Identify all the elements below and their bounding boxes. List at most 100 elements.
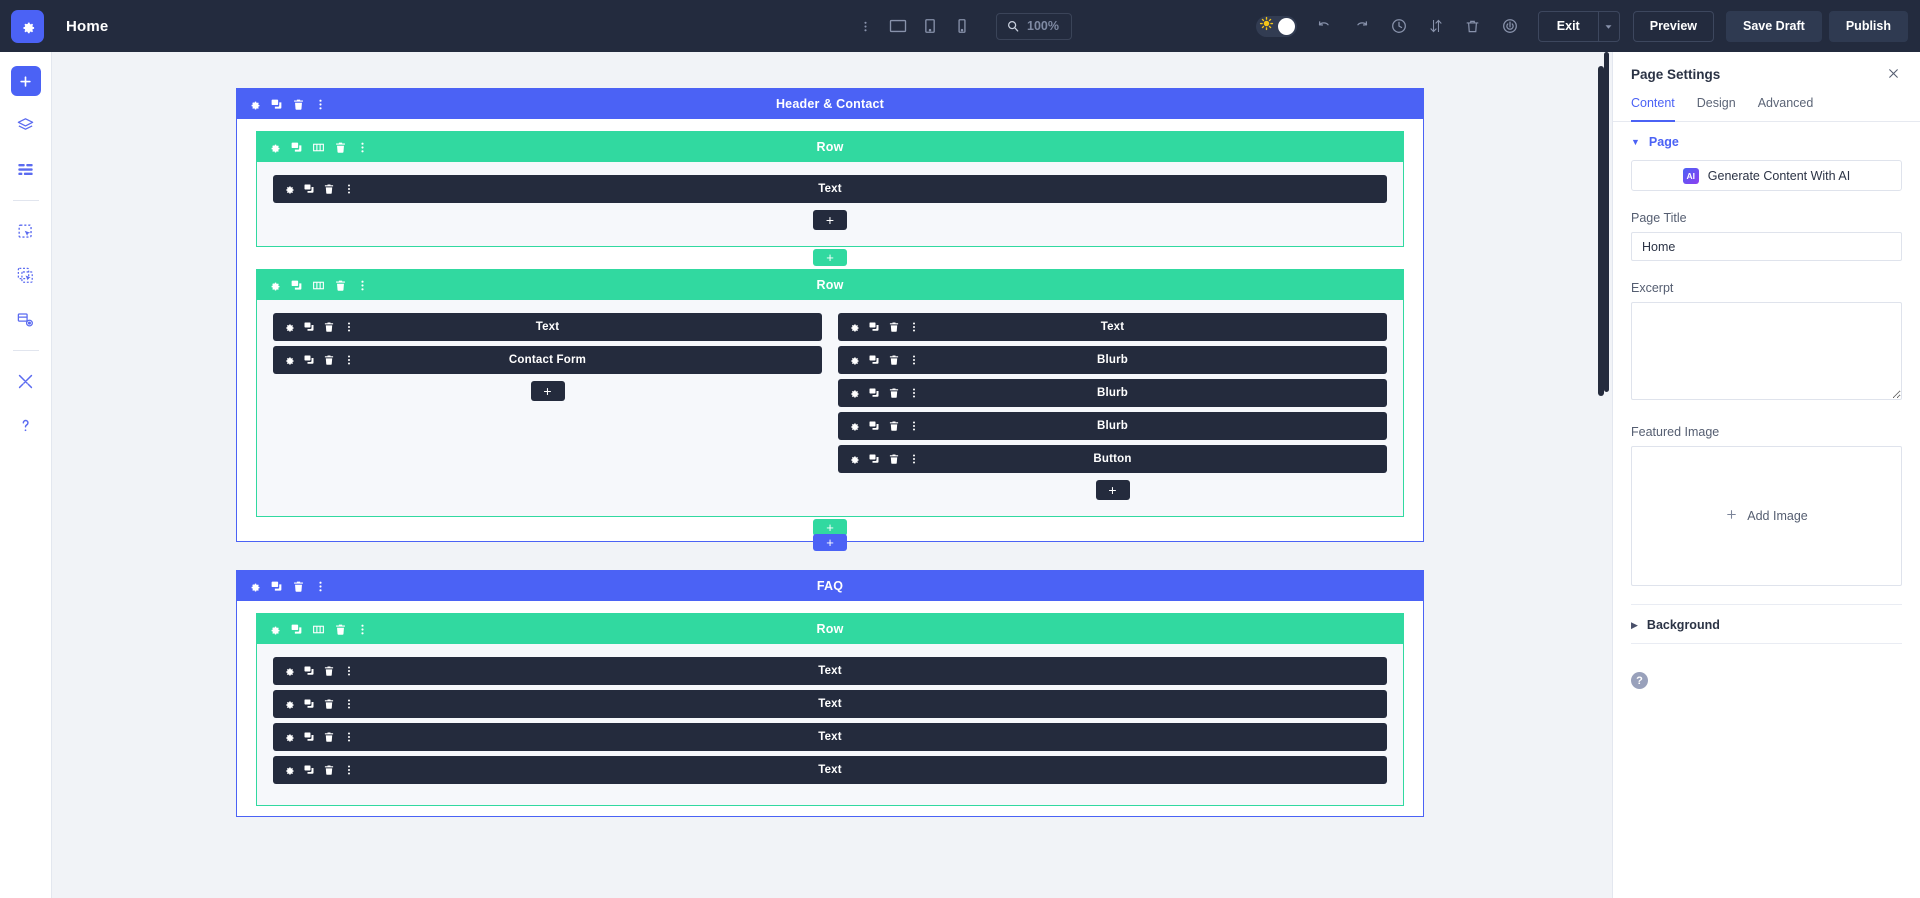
vertical-dots-icon[interactable] xyxy=(343,183,355,195)
duplicate-icon[interactable] xyxy=(868,420,880,432)
gear-icon[interactable] xyxy=(848,321,860,333)
section-header[interactable]: FAQ xyxy=(237,571,1423,601)
trash-icon[interactable] xyxy=(323,731,335,743)
gear-icon[interactable] xyxy=(283,183,295,195)
columns-icon[interactable] xyxy=(312,279,325,292)
trash-icon[interactable] xyxy=(888,354,900,366)
columns-icon[interactable] xyxy=(312,623,325,636)
sort-arrows-icon[interactable] xyxy=(1419,9,1453,43)
duplicate-icon[interactable] xyxy=(303,321,315,333)
trash-icon[interactable] xyxy=(323,665,335,677)
gear-icon[interactable] xyxy=(848,453,860,465)
trash-icon[interactable] xyxy=(323,183,335,195)
trash-icon[interactable] xyxy=(888,387,900,399)
publish-button[interactable]: Publish xyxy=(1828,10,1908,42)
vertical-dots-icon[interactable] xyxy=(343,698,355,710)
module-block[interactable]: Blurb xyxy=(838,379,1387,407)
panel-scrollbar[interactable] xyxy=(1604,52,1609,392)
gear-icon[interactable] xyxy=(248,580,261,593)
gear-icon[interactable] xyxy=(268,623,281,636)
module-block[interactable]: Blurb xyxy=(838,412,1387,440)
module-block[interactable]: Text xyxy=(273,657,1387,685)
duplicate-icon[interactable] xyxy=(868,387,880,399)
duplicate-icon[interactable] xyxy=(303,354,315,366)
module-block[interactable]: Contact Form xyxy=(273,346,822,374)
gear-icon[interactable] xyxy=(248,98,261,111)
row-header[interactable]: Row xyxy=(257,270,1403,300)
generate-content-with-ai-button[interactable]: AI Generate Content With AI xyxy=(1631,160,1902,191)
add-row-button[interactable]: + xyxy=(813,249,847,266)
duplicate-icon[interactable] xyxy=(303,183,315,195)
duplicate-icon[interactable] xyxy=(303,665,315,677)
excerpt-textarea[interactable] xyxy=(1631,302,1902,400)
chevron-down-icon[interactable] xyxy=(1598,10,1620,42)
vertical-dots-icon[interactable] xyxy=(343,665,355,677)
trash-icon[interactable] xyxy=(888,420,900,432)
wireframe-icon[interactable] xyxy=(11,154,41,184)
duplicate-icon[interactable] xyxy=(868,354,880,366)
vertical-dots-icon[interactable] xyxy=(908,387,920,399)
desktop-view-icon[interactable] xyxy=(882,9,914,43)
trash-icon[interactable] xyxy=(323,354,335,366)
module-block[interactable]: Text xyxy=(838,313,1387,341)
duplicate-icon[interactable] xyxy=(290,141,303,154)
select-element-icon[interactable] xyxy=(11,216,41,246)
tab-advanced[interactable]: Advanced xyxy=(1758,96,1814,122)
vertical-dots-icon[interactable] xyxy=(848,9,882,43)
duplicate-icon[interactable] xyxy=(303,698,315,710)
accordion-page[interactable]: ▼ Page xyxy=(1613,122,1920,160)
add-module-button[interactable]: + xyxy=(1095,480,1130,500)
vertical-dots-icon[interactable] xyxy=(314,580,327,593)
add-new-icon[interactable] xyxy=(10,66,41,96)
gear-icon[interactable] xyxy=(283,698,295,710)
redo-icon[interactable] xyxy=(1345,9,1379,43)
section-block[interactable]: FAQ Row Text Text Text Text xyxy=(236,570,1424,817)
tab-design[interactable]: Design xyxy=(1697,96,1736,122)
preview-button[interactable]: Preview xyxy=(1632,10,1714,42)
help-icon[interactable] xyxy=(11,410,41,440)
row-block[interactable]: Row Text xyxy=(256,269,1404,517)
add-section-button[interactable]: + xyxy=(813,534,847,551)
duplicate-icon[interactable] xyxy=(290,623,303,636)
trash-icon[interactable] xyxy=(1456,9,1490,43)
vertical-dots-icon[interactable] xyxy=(356,141,369,154)
vertical-dots-icon[interactable] xyxy=(356,279,369,292)
undo-icon[interactable] xyxy=(1308,9,1342,43)
zoom-control[interactable]: 100% xyxy=(996,12,1072,40)
vertical-dots-icon[interactable] xyxy=(343,354,355,366)
section-header[interactable]: Header & Contact xyxy=(237,89,1423,119)
module-block[interactable]: Text xyxy=(273,756,1387,784)
gear-icon[interactable] xyxy=(283,354,295,366)
add-module-button[interactable]: + xyxy=(813,210,847,230)
add-image-dropzone[interactable]: Add Image xyxy=(1631,446,1902,586)
vertical-dots-icon[interactable] xyxy=(908,354,920,366)
trash-icon[interactable] xyxy=(888,321,900,333)
clock-history-icon[interactable] xyxy=(1382,9,1416,43)
gear-icon[interactable] xyxy=(848,420,860,432)
add-module-button[interactable]: + xyxy=(530,381,565,401)
row-header[interactable]: Row xyxy=(257,614,1403,644)
layers-icon[interactable] xyxy=(11,110,41,140)
duplicate-icon[interactable] xyxy=(270,580,283,593)
vertical-dots-icon[interactable] xyxy=(356,623,369,636)
vertical-dots-icon[interactable] xyxy=(314,98,327,111)
gear-icon[interactable] xyxy=(283,321,295,333)
trash-icon[interactable] xyxy=(323,764,335,776)
module-block[interactable]: Button xyxy=(838,445,1387,473)
vertical-dots-icon[interactable] xyxy=(908,453,920,465)
trash-icon[interactable] xyxy=(888,453,900,465)
trash-icon[interactable] xyxy=(292,98,305,111)
row-header[interactable]: Row xyxy=(257,132,1403,162)
gear-icon[interactable] xyxy=(268,141,281,154)
gear-icon[interactable] xyxy=(283,665,295,677)
page-title-input[interactable] xyxy=(1631,232,1902,261)
duplicate-icon[interactable] xyxy=(303,731,315,743)
row-block[interactable]: Row Text xyxy=(256,613,1404,806)
trash-icon[interactable] xyxy=(323,321,335,333)
accordion-background[interactable]: ▶ Background xyxy=(1613,605,1920,643)
module-block[interactable]: Text xyxy=(273,690,1387,718)
multi-select-icon[interactable] xyxy=(11,260,41,290)
duplicate-icon[interactable] xyxy=(303,764,315,776)
trash-icon[interactable] xyxy=(292,580,305,593)
help-icon[interactable]: ? xyxy=(1631,672,1648,689)
